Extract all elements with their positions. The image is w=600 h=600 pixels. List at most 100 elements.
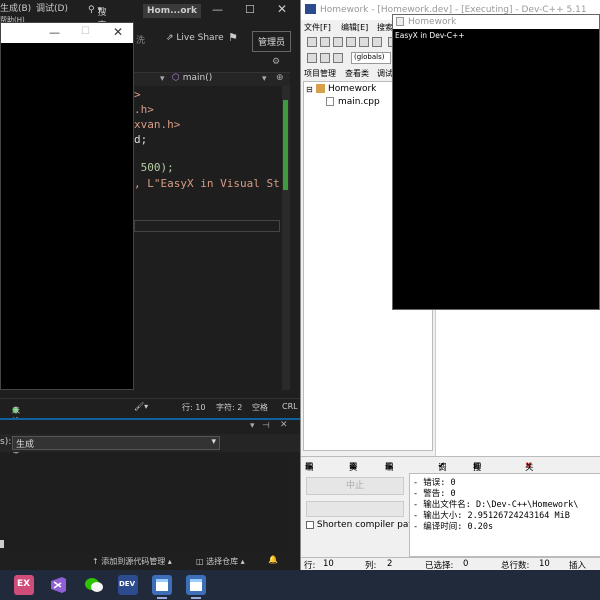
line-ending-indicator[interactable]: CRL (282, 402, 298, 411)
visual-studio-window: 生成(B) 调试(D) 帮助(H) ⚲ 搜索 ▾ Hom...ork — ☐ ✕… (0, 0, 300, 570)
taskbar: EX DEV (0, 570, 600, 600)
easyx-taskbar-icon[interactable]: EX (14, 575, 34, 595)
window-taskbar-icon-2[interactable] (186, 575, 206, 595)
split-icon[interactable]: ⊕ (276, 73, 284, 83)
close-panel-icon[interactable]: ✕ (280, 420, 288, 430)
devcpp-taskbar-icon[interactable]: DEV (118, 575, 138, 595)
close-file-icon[interactable] (359, 37, 369, 47)
output-panel-header: ▾ ⊣ ✕ (0, 418, 300, 434)
compile-controls: 中止 Shorten compiler pat (301, 473, 412, 557)
tab-debug[interactable]: 调试 (377, 68, 393, 79)
menu-search[interactable]: 搜索 (377, 22, 393, 33)
compile-log[interactable]: - 错误: 0 - 警告: 0 - 输出文件名: D:\Dev-C++\Home… (409, 473, 600, 557)
log-line: - 编译时间: 0.20s (413, 522, 494, 532)
menu-file[interactable]: 文件[F] (304, 22, 331, 33)
settings-icon[interactable]: ⚙ (272, 57, 280, 67)
code-line: .h> (134, 103, 154, 116)
minimize-icon[interactable]: — (212, 3, 223, 16)
toolbar-misc: 洗 (136, 36, 146, 46)
tab-project[interactable]: 项目管理 (304, 68, 336, 79)
easyx-devcpp-program-window[interactable]: Homework EasyX in Dev-C++ (392, 14, 600, 310)
change-indicator (283, 100, 288, 190)
file-icon (326, 97, 334, 106)
run-icon[interactable] (320, 53, 330, 63)
chevron-down-icon[interactable]: ▾ (262, 74, 267, 84)
line-indicator[interactable]: 行: 10 (182, 402, 205, 413)
debug-icon[interactable] (333, 53, 343, 63)
program-title-bar: Homework (393, 15, 599, 29)
status-total-value: 10 (539, 559, 550, 569)
compile-icon[interactable] (307, 53, 317, 63)
easyx-vs-program-window[interactable]: — ☐ ✕ (0, 22, 134, 390)
scroll-marker (0, 540, 4, 548)
active-indicator (157, 597, 167, 599)
bell-icon[interactable]: 🔔 (268, 555, 278, 564)
output-source-row: s): 生成 ▾ (0, 434, 300, 452)
window-icon (396, 17, 404, 26)
select-repo-button[interactable]: ◫ 选择仓库 ▴ (196, 556, 245, 567)
editor-status-bar: ● 未找到相关问题 🖌▾ 行: 10 字符: 2 空格 CRL (0, 398, 300, 481)
menu-build[interactable]: 生成(B) (0, 1, 31, 14)
output-source-label: s): (0, 437, 12, 447)
project-icon (316, 84, 325, 93)
code-line: 500); (134, 161, 174, 174)
code-line: , L"EasyX in Visual St (134, 177, 280, 190)
minimize-icon[interactable]: — (49, 26, 60, 39)
devcpp-left-tabs: 项目管理 查看类 调试 (301, 66, 393, 80)
stop-button[interactable]: 中止 (306, 477, 404, 495)
close-icon[interactable]: ✕ (277, 2, 287, 16)
devcpp-status-bar: 行: 10 列: 2 已选择: 0 总行数: 10 插入 (301, 557, 600, 570)
pin-icon[interactable]: ⊣ (262, 421, 270, 431)
print-icon[interactable] (372, 37, 382, 47)
menu-edit[interactable]: 编辑[E] (341, 22, 368, 33)
new-icon[interactable] (307, 37, 317, 47)
function-selector[interactable]: ⬡ main() (172, 73, 212, 83)
menu-debug[interactable]: 调试(D) (36, 1, 68, 14)
project-node[interactable]: Homework (328, 84, 376, 94)
status-col-value: 2 (387, 559, 393, 569)
char-indicator[interactable]: 字符: 2 (216, 402, 242, 413)
status-insert-mode: 插入 (569, 561, 587, 570)
code-line: d; (134, 133, 148, 146)
maximize-icon[interactable]: ☐ (81, 26, 90, 37)
wechat-taskbar-icon[interactable] (84, 575, 104, 595)
file-node[interactable]: main.cpp (338, 97, 380, 107)
live-share-button[interactable]: ⇗ Live Share (166, 33, 224, 43)
maximize-icon[interactable]: ☐ (245, 3, 255, 16)
tab-classes[interactable]: 查看类 (345, 68, 369, 79)
active-indicator (191, 597, 201, 599)
program-output-text: EasyX in Dev-C++ (395, 31, 465, 40)
globals-select[interactable]: (globals) (351, 52, 391, 64)
visual-studio-taskbar-icon[interactable] (48, 575, 68, 595)
status-line-value: 10 (323, 559, 334, 569)
vs-bottom-status-bar: ↑ 添加到源代码管理 ▴ ◫ 选择仓库 ▴ 🔔 (0, 553, 300, 570)
search-button[interactable]: ⚲ 搜索 ▾ (88, 5, 106, 31)
close-icon[interactable]: ✕ (113, 25, 123, 39)
program-title: Homework (408, 17, 457, 27)
live-share-icon: ⇗ (166, 33, 177, 43)
cube-icon: ⬡ (172, 73, 180, 83)
status-col-label: 列: (365, 561, 377, 570)
brush-icon[interactable]: 🖌▾ (134, 402, 148, 411)
output-text-area[interactable] (0, 454, 290, 550)
window-taskbar-icon-1[interactable] (152, 575, 172, 595)
collapse-icon[interactable]: ⊟ (306, 85, 313, 94)
open-icon[interactable] (320, 37, 330, 47)
save-icon[interactable] (333, 37, 343, 47)
dropdown-icon[interactable]: ▾ (250, 421, 255, 431)
add-source-control-button[interactable]: ↑ 添加到源代码管理 ▴ (92, 556, 172, 567)
output-source-select[interactable]: 生成 ▾ (12, 436, 220, 450)
solution-title[interactable]: Hom...ork (143, 4, 201, 18)
code-line: xvan.h> (134, 118, 181, 131)
admin-button[interactable]: 管理员 (252, 31, 292, 52)
status-line-label: 行: (304, 561, 316, 570)
search-icon: ⚲ (88, 5, 98, 15)
feedback-icon[interactable]: ⚑ (228, 31, 238, 44)
chevron-down-icon: ▾ (211, 437, 216, 447)
chevron-down-icon[interactable]: ▾ (160, 74, 165, 84)
save-all-icon[interactable] (346, 37, 356, 47)
space-indicator[interactable]: 空格 (252, 402, 268, 413)
shorten-paths-checkbox[interactable]: Shorten compiler pat (306, 520, 412, 530)
compile-progress-bar (306, 501, 404, 517)
status-total-label: 总行数: (501, 561, 530, 570)
